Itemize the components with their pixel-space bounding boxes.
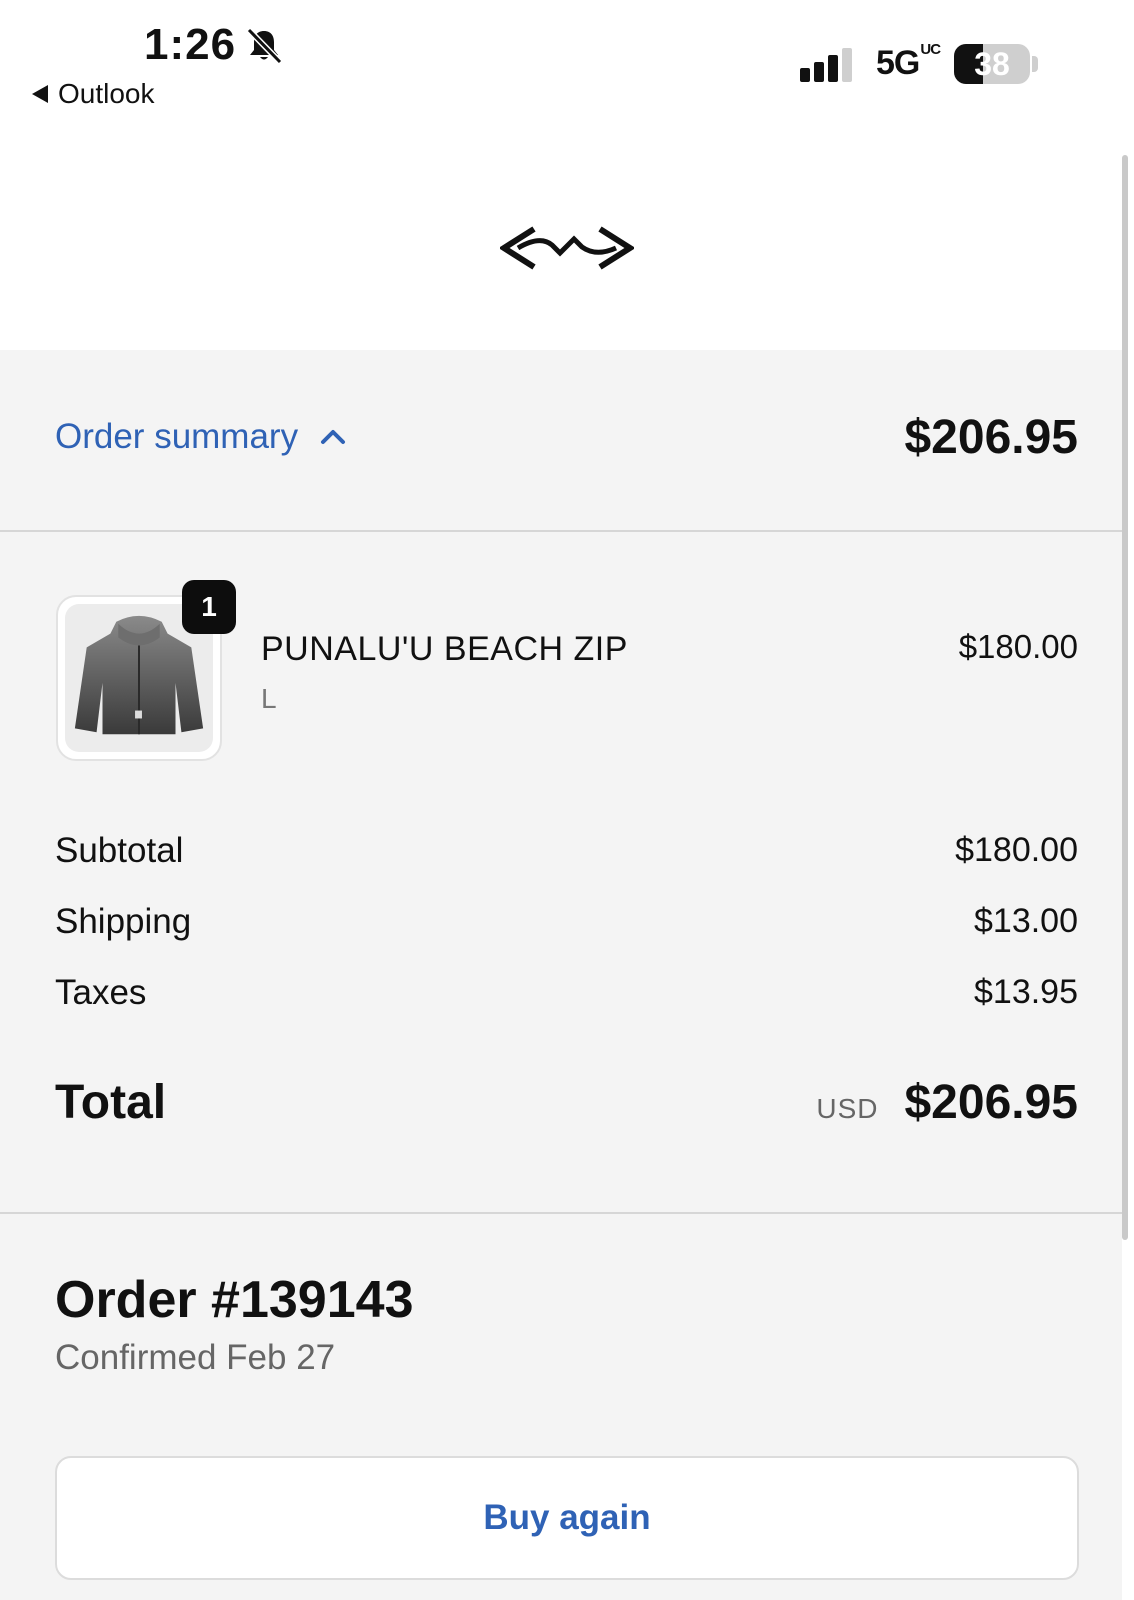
order-summary-amount: $206.95 [904, 411, 1078, 464]
currency-code: USD [816, 1093, 879, 1124]
cellular-signal-icon [800, 48, 852, 82]
back-arrow-icon [32, 85, 48, 103]
status-time: 1:26 [144, 20, 237, 69]
shipping-row: Shipping $13.00 [55, 902, 1078, 942]
section-divider [0, 1212, 1122, 1214]
total-amount-group: USD $206.95 [816, 1075, 1078, 1130]
silent-bell-icon [246, 27, 283, 65]
taxes-value: $13.95 [974, 973, 1078, 1011]
order-status: Confirmed Feb 27 [55, 1338, 336, 1377]
total-label: Total [55, 1076, 167, 1129]
network-indicator: 5GUC [876, 41, 941, 83]
order-summary-label: Order summary [55, 417, 299, 456]
subtotal-label: Subtotal [55, 831, 184, 870]
status-bar: 1:26 Outlook 5GUC 38 [0, 0, 1134, 120]
store-header [0, 120, 1122, 350]
product-name[interactable]: PUNALU'U BEACH ZIP [261, 630, 628, 669]
quantity-badge: 1 [182, 580, 236, 634]
order-summary-toggle[interactable]: Order summary [55, 417, 350, 457]
battery-cap [1032, 56, 1038, 72]
battery-icon: 38 [954, 44, 1030, 84]
back-app-label: Outlook [58, 78, 155, 109]
order-summary-header[interactable]: Order summary $206.95 [0, 350, 1122, 532]
total-value: $206.95 [904, 1076, 1078, 1129]
network-suffix: UC [920, 41, 941, 58]
order-number: Order #139143 [55, 1271, 414, 1329]
taxes-label: Taxes [55, 973, 147, 1012]
network-type: 5G [876, 44, 920, 82]
taxes-row: Taxes $13.95 [55, 973, 1078, 1013]
chevron-up-icon [321, 430, 346, 444]
back-to-app-link[interactable]: Outlook [32, 78, 155, 110]
shipping-label: Shipping [55, 902, 192, 941]
product-variant: L [261, 683, 277, 714]
battery-percent: 38 [974, 45, 1010, 82]
brand-logo-icon[interactable] [500, 223, 634, 273]
product-price: $180.00 [958, 628, 1078, 665]
total-row: Total USD $206.95 [55, 1075, 1078, 1130]
subtotal-value: $180.00 [955, 831, 1078, 869]
subtotal-row: Subtotal $180.00 [55, 831, 1078, 871]
buy-again-button[interactable]: Buy again [55, 1456, 1079, 1580]
scrollbar[interactable] [1122, 155, 1128, 1240]
shipping-value: $13.00 [974, 902, 1078, 940]
